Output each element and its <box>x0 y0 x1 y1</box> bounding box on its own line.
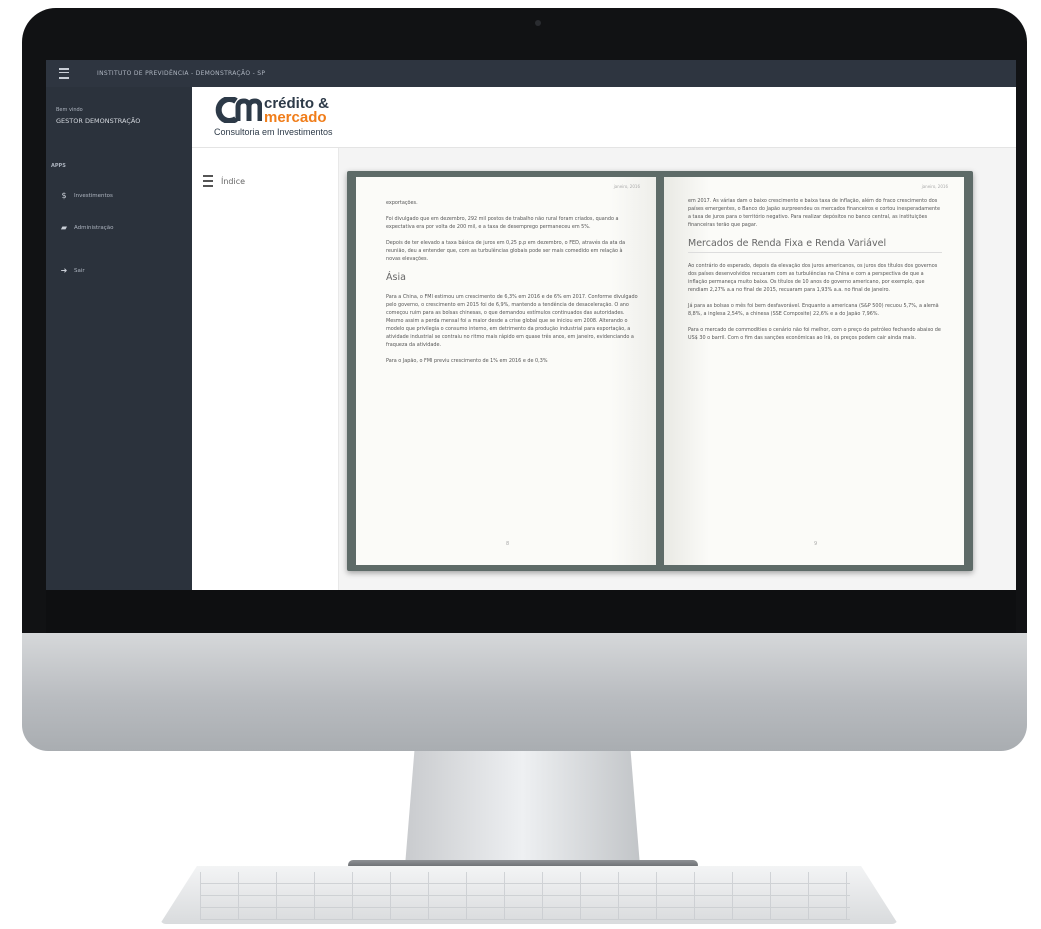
paragraph: Foi divulgado que em dezembro, 292 mil p… <box>386 216 619 230</box>
sidebar-item-label: Investimentos <box>74 192 113 199</box>
webcam <box>535 20 541 26</box>
main-area: crédito & mercado Consultoria em Investi… <box>192 87 1016 590</box>
section-heading-asia: Ásia <box>386 272 406 283</box>
sidebar-item-administracao[interactable]: ▰ Administração <box>60 223 114 232</box>
sidebar-item-investimentos[interactable]: $ Investimentos <box>60 191 113 200</box>
sign-out-icon: ➜ <box>60 266 68 275</box>
index-panel: Índice <box>192 148 339 590</box>
user-name: GESTOR DEMONSTRAÇÃO <box>56 117 141 125</box>
welcome-text: Bem vindo <box>56 107 83 113</box>
page-number: 9 <box>814 541 818 547</box>
flipbook[interactable]: janeiro, 2016 exportações. Foi divulgado… <box>347 171 973 571</box>
paragraph: em 2017. As várias dam o baixo crescimen… <box>688 198 940 228</box>
page-content: exportações. Foi divulgado que em dezemb… <box>386 199 638 373</box>
monitor-chin <box>22 633 1027 751</box>
page-content: em 2017. As várias dam o baixo crescimen… <box>688 197 942 350</box>
sidebar: Bem vindo GESTOR DEMONSTRAÇÃO APPS $ Inv… <box>46 87 192 590</box>
section-heading-renda: Mercados de Renda Fixa e Renda Variável <box>688 237 942 253</box>
screen-lower-bezel <box>46 590 1016 633</box>
dollar-icon: $ <box>61 191 67 200</box>
paragraph: Depois de ter elevado a taxa básica de j… <box>386 240 626 262</box>
book-page-left[interactable]: janeiro, 2016 exportações. Foi divulgado… <box>356 177 656 565</box>
paragraph: Ao contrário do esperado, depois da elev… <box>688 263 938 293</box>
index-label: Índice <box>221 176 246 186</box>
paragraph: Para o mercado de commodities o cenário … <box>688 327 941 341</box>
logo-tagline: Consultoria em Investimentos <box>214 127 333 137</box>
paragraph: Já para as bolsas o mês foi bem desfavor… <box>688 303 939 317</box>
top-bar: INSTITUTO DE PREVIDÊNCIA - DEMONSTRAÇÃO … <box>46 60 1016 87</box>
paragraph: exportações. <box>386 200 418 206</box>
paragraph: Para o Japão, o FMI previu crescimento d… <box>386 358 548 364</box>
folder-icon: ▰ <box>60 223 68 232</box>
page-date: janeiro, 2016 <box>613 184 640 189</box>
index-toggle[interactable]: Índice <box>203 175 245 187</box>
page-number: 8 <box>506 541 510 547</box>
paragraph: Para a China, o FMI estimou um crescimen… <box>386 294 638 348</box>
monitor-stand <box>405 751 640 866</box>
institution-title: INSTITUTO DE PREVIDÊNCIA - DEMONSTRAÇÃO … <box>97 70 266 77</box>
apps-section-label: APPS <box>51 163 66 169</box>
hamburger-menu-icon[interactable] <box>59 68 69 79</box>
sidebar-item-label: Administração <box>74 224 114 231</box>
header: crédito & mercado Consultoria em Investi… <box>192 87 1016 148</box>
page-date: janeiro, 2016 <box>921 184 948 189</box>
sidebar-item-label: Sair <box>74 267 85 274</box>
book-page-right[interactable]: janeiro, 2016 em 2017. As várias dam o b… <box>664 177 964 565</box>
screen: INSTITUTO DE PREVIDÊNCIA - DEMONSTRAÇÃO … <box>46 60 1016 590</box>
sidebar-item-sair[interactable]: ➜ Sair <box>60 266 85 275</box>
cm-logo-icon <box>215 97 262 123</box>
keyboard-keys <box>200 872 850 920</box>
logo-text-mercado: mercado <box>264 109 327 126</box>
list-icon <box>203 175 213 187</box>
